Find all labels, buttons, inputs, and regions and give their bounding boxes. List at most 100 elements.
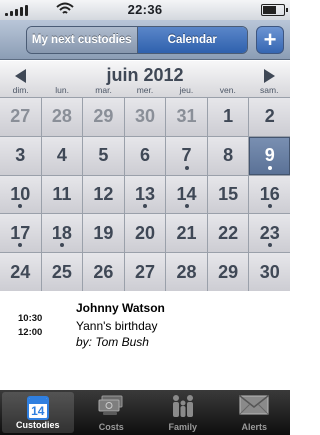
day-number: 28 (176, 261, 197, 282)
calendar-day[interactable]: 5 (83, 136, 124, 175)
day-number: 8 (223, 145, 234, 166)
calendar-day[interactable]: 25 (41, 253, 83, 291)
family-icon (172, 395, 193, 417)
calendar-header: juin 2012 dim. lun. mar. mer. jeu. ven. sam. (0, 61, 290, 97)
day-number: 2 (264, 106, 275, 127)
day-number: 21 (176, 222, 197, 243)
day-number: 26 (93, 261, 114, 282)
weekday-labels: dim. lun. mar. mer. jeu. ven. sam. (0, 85, 290, 95)
weekday-label: mer. (136, 85, 154, 95)
segment-my-next-custodies[interactable]: My next custodies (27, 27, 138, 53)
calendar-day[interactable]: 17 (0, 214, 41, 253)
event-dot-icon (184, 204, 189, 209)
day-number: 31 (176, 106, 197, 127)
day-number: 30 (259, 261, 280, 282)
event-author: by: Tom Bush (76, 335, 149, 349)
status-time: 22:36 (127, 2, 163, 17)
calendar-day[interactable]: 20 (124, 214, 166, 253)
day-number: 11 (52, 183, 72, 204)
event-start-time: 10:30 (18, 313, 43, 324)
calendar-day[interactable]: 24 (0, 253, 41, 291)
status-bar: 22:36 (0, 0, 290, 20)
day-number: 12 (93, 183, 114, 204)
calendar-icon: 14 (26, 396, 49, 420)
calendar-day[interactable]: 28 (41, 98, 83, 136)
day-number: 28 (51, 106, 72, 127)
calendar-day[interactable]: 6 (124, 136, 166, 175)
day-number: 13 (134, 183, 155, 204)
calendar-day[interactable]: 2 (249, 98, 290, 136)
tab-family[interactable]: Family (147, 390, 219, 435)
calendar-day-selected[interactable]: 9 (249, 136, 290, 175)
calendar-grid: 27 28 29 30 31 1 2 3 4 5 6 7 8 9 10 11 12 13 14 15 16 17 18 19 2… (0, 97, 290, 291)
calendar-day[interactable]: 26 (83, 253, 124, 291)
calendar-day[interactable]: 30 (249, 253, 290, 291)
calendar-day[interactable]: 27 (124, 253, 166, 291)
tab-label: Family (168, 422, 197, 432)
weekday-label: lun. (55, 85, 69, 95)
weekday-label: sam. (260, 85, 279, 95)
day-number: 22 (218, 222, 239, 243)
day-number: 29 (218, 261, 239, 282)
calendar-day[interactable]: 4 (41, 136, 83, 175)
calendar-day[interactable]: 11 (41, 175, 83, 214)
event-dot-icon (142, 204, 147, 209)
event-end-time: 12:00 (18, 327, 43, 338)
view-segmented-control: My next custodies Calendar (26, 26, 248, 54)
event-dot-icon (184, 165, 189, 170)
day-number: 23 (259, 222, 280, 243)
calendar-day[interactable]: 12 (83, 175, 124, 214)
calendar-day[interactable]: 29 (207, 253, 249, 291)
calendar-day[interactable]: 22 (207, 214, 249, 253)
tab-label: Custodies (15, 420, 60, 430)
calendar-day[interactable]: 30 (124, 98, 166, 136)
add-button[interactable]: + (256, 26, 284, 54)
day-number: 17 (10, 222, 31, 243)
tab-custodies[interactable]: 14 Custodies (2, 392, 74, 433)
tab-alerts[interactable]: Alerts (219, 390, 291, 435)
calendar-day[interactable]: 3 (0, 136, 41, 175)
weekday-label: mar. (95, 85, 112, 95)
day-number: 1 (223, 106, 234, 127)
calendar-day[interactable]: 13 (124, 175, 166, 214)
tab-costs[interactable]: Costs (76, 390, 148, 435)
calendar-day[interactable]: 1 (207, 98, 249, 136)
calendar-day[interactable]: 18 (41, 214, 83, 253)
event-dot-icon (18, 243, 23, 248)
envelope-icon (239, 395, 269, 415)
calendar-day[interactable]: 10 (0, 175, 41, 214)
battery-icon (261, 4, 288, 16)
calendar-day[interactable]: 7 (166, 136, 207, 175)
calendar-day[interactable]: 19 (83, 214, 124, 253)
event-dot-icon (267, 165, 272, 170)
calendar-day[interactable]: 31 (166, 98, 207, 136)
event-dot-icon (18, 204, 23, 209)
calendar-day[interactable]: 16 (249, 175, 290, 214)
tab-bar: 14 Custodies Costs Family Alerts (0, 390, 290, 435)
nav-bar: My next custodies Calendar + (0, 20, 290, 60)
calendar-day[interactable]: 21 (166, 214, 207, 253)
calendar-day[interactable]: 15 (207, 175, 249, 214)
money-icon (98, 395, 123, 415)
day-number: 27 (134, 261, 155, 282)
calendar-day[interactable]: 14 (166, 175, 207, 214)
segment-calendar[interactable]: Calendar (137, 27, 247, 53)
calendar-day[interactable]: 8 (207, 136, 249, 175)
tab-label: Alerts (241, 422, 267, 432)
day-number: 25 (51, 261, 72, 282)
day-number: 20 (134, 222, 155, 243)
event-person-name: Johnny Watson (76, 301, 165, 315)
event-title: Yann's birthday (76, 319, 158, 333)
calendar-day[interactable]: 28 (166, 253, 207, 291)
calendar-day[interactable]: 27 (0, 98, 41, 136)
event-row[interactable]: 10:30 12:00 Johnny Watson Yann's birthday by… (0, 296, 290, 354)
day-number: 3 (15, 145, 26, 166)
weekday-label: dim. (12, 85, 29, 95)
event-dot-icon (267, 204, 272, 209)
next-month-arrow-icon[interactable] (264, 69, 275, 83)
tab-label: Costs (98, 422, 124, 432)
calendar-day[interactable]: 29 (83, 98, 124, 136)
event-times: 10:30 12:00 (18, 312, 42, 340)
calendar-day[interactable]: 23 (249, 214, 290, 253)
weekday-label: jeu. (179, 85, 194, 95)
